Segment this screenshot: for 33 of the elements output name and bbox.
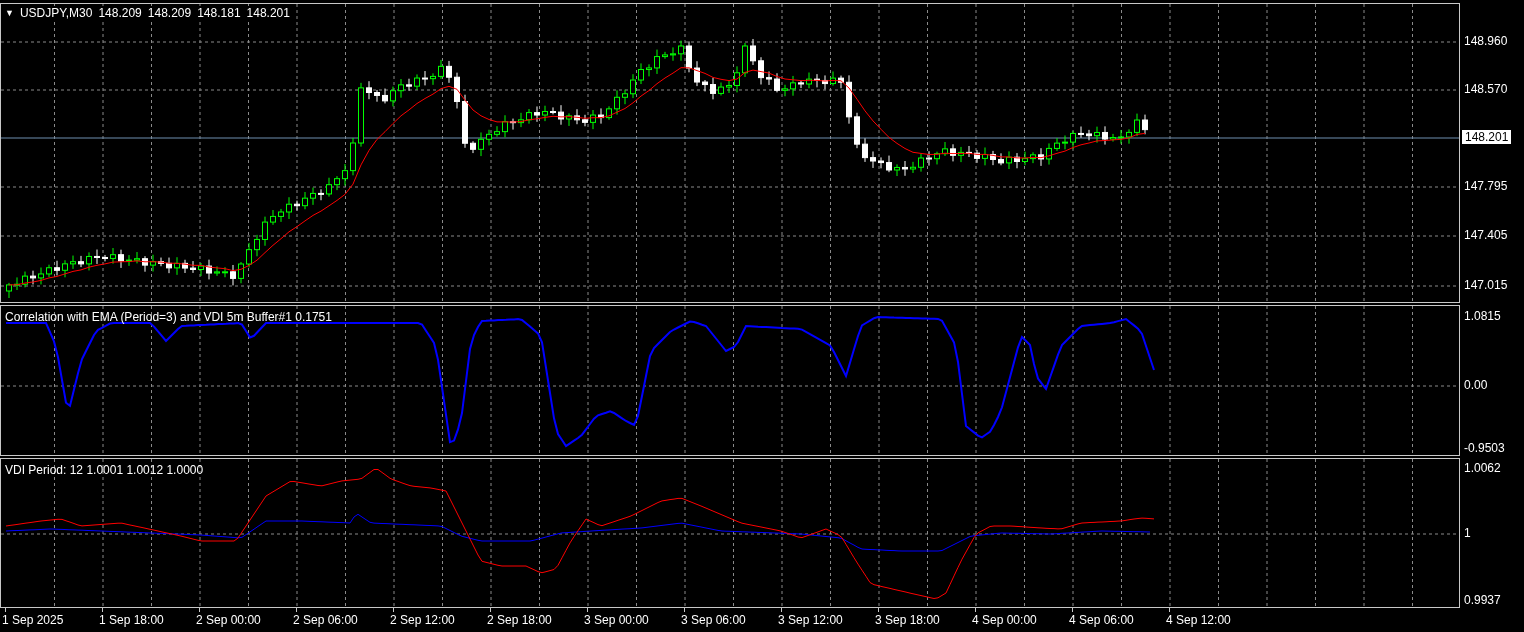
symbol-caption: USDJPY,M30 [19,6,93,20]
ohlc-value: 148.181 [197,6,241,20]
time-axis-label: 1 Sep 18:00 [99,613,164,627]
time-axis-label: 3 Sep 00:00 [584,613,649,627]
time-axis-label: 2 Sep 06:00 [293,613,358,627]
axis-label: 0.00 [1464,378,1488,392]
ohlc-value: 148.209 [98,6,142,20]
time-axis-label: 2 Sep 18:00 [487,613,552,627]
indicator-caption: VDI Period: 12 1.0001 1.0012 1.0000 [5,463,204,477]
indicator-caption: Correlation with EMA (Period=3) and VDI 5m Buffer#1 0.1751 [5,310,332,324]
time-axis-label: 3 Sep 12:00 [778,613,843,627]
time-axis-label: 3 Sep 06:00 [681,613,746,627]
axis-label: 0.9937 [1464,593,1501,607]
axis-label: 147.015 [1464,278,1508,292]
time-axis-label: 4 Sep 06:00 [1069,613,1134,627]
time-axis-label: 1 Sep 2025 [2,613,64,627]
dropdown-triangle-icon[interactable]: ▼ [5,7,14,19]
axis-label: 147.405 [1464,228,1508,242]
axis-label: 148.570 [1464,82,1508,96]
time-axis-label: 3 Sep 18:00 [875,613,940,627]
ohlc-value: 148.209 [147,6,192,20]
axis-label: 148.960 [1464,34,1508,48]
axis-label: 1.0062 [1464,461,1501,475]
axis-label: -0.9503 [1464,441,1505,455]
time-axis-label: 4 Sep 00:00 [972,613,1037,627]
time-axis-label: 4 Sep 12:00 [1166,613,1231,627]
axis-label: 1 [1464,526,1471,540]
axis-label: 1.0815 [1464,309,1501,323]
time-axis-label: 2 Sep 00:00 [196,613,261,627]
current-price-label: 148.201 [1462,130,1512,144]
time-axis-label: 2 Sep 12:00 [390,613,455,627]
ohlc-value: 148.201 [246,6,290,20]
axis-label: 147.795 [1464,179,1508,193]
